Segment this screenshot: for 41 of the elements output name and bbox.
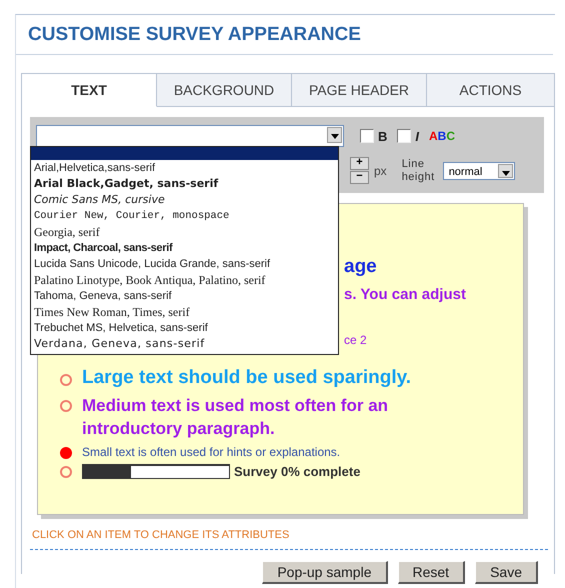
radio-dot[interactable]: [60, 447, 72, 459]
radio-dot[interactable]: [60, 374, 72, 386]
page-title: CUSTOMISE SURVEY APPEARANCE: [16, 15, 553, 55]
font-option[interactable]: Palatino Linotype, Book Antiqua, Palatino, serif: [31, 272, 338, 288]
increase-button[interactable]: +: [350, 157, 369, 170]
progress-text: Survey 0% complete: [234, 464, 360, 479]
decrease-button[interactable]: −: [350, 171, 369, 184]
heading-text: age: [344, 256, 377, 278]
px-label: px: [374, 164, 387, 178]
font-option[interactable]: Trebuchet MS, Helvetica, sans-serif: [31, 320, 338, 336]
font-option[interactable]: Arial Black,Gadget, sans-serif: [31, 176, 338, 192]
font-select[interactable]: [36, 125, 344, 147]
font-option[interactable]: Times New Roman, Times, serif: [31, 304, 338, 320]
action-button[interactable]: Save: [475, 561, 538, 584]
hint-text: CLICK ON AN ITEM TO CHANGE ITS ATTRIBUTES: [31, 529, 290, 541]
line-height-select[interactable]: normal: [442, 162, 515, 180]
bold-label: B: [378, 128, 388, 144]
bold-checkbox[interactable]: [360, 129, 374, 143]
text-color-button[interactable]: ABC: [429, 129, 456, 143]
font-option[interactable]: Lucida Sans Unicode, Lucida Grande, sans-serif: [31, 256, 338, 272]
link-text: ce 2: [344, 333, 367, 347]
italic-label: I: [415, 128, 420, 144]
italic-checkbox[interactable]: [397, 129, 412, 143]
tab[interactable]: BACKGROUND: [157, 74, 292, 107]
font-option[interactable]: Impact, Charcoal, sans-serif: [31, 240, 338, 256]
radio-dot[interactable]: [60, 466, 72, 478]
sample-text[interactable]: Small text is often used for hints or explanations.: [82, 445, 340, 459]
intro-text: s. You can adjust: [344, 286, 466, 303]
font-option[interactable]: Verdana, Geneva, sans-serif: [31, 336, 338, 352]
radio-dot[interactable]: [60, 400, 72, 412]
action-button[interactable]: Reset: [398, 561, 466, 584]
font-option[interactable]: Tahoma, Geneva, sans-serif: [31, 288, 338, 304]
sample-text[interactable]: Medium text is used most often for an introductory paragraph.: [82, 394, 442, 440]
tab[interactable]: PAGE HEADER: [292, 74, 427, 107]
font-option[interactable]: Georgia, serif: [31, 224, 338, 240]
tab[interactable]: ACTIONS: [427, 74, 554, 107]
line-height-label: Line height: [402, 158, 436, 184]
font-option[interactable]: Comic Sans MS, cursive: [31, 192, 338, 208]
action-button[interactable]: Pop-up sample: [262, 561, 388, 584]
font-option[interactable]: Courier New, Courier, monospace: [31, 208, 338, 224]
font-option[interactable]: Arial,Helvetica,sans-serif: [31, 160, 338, 176]
